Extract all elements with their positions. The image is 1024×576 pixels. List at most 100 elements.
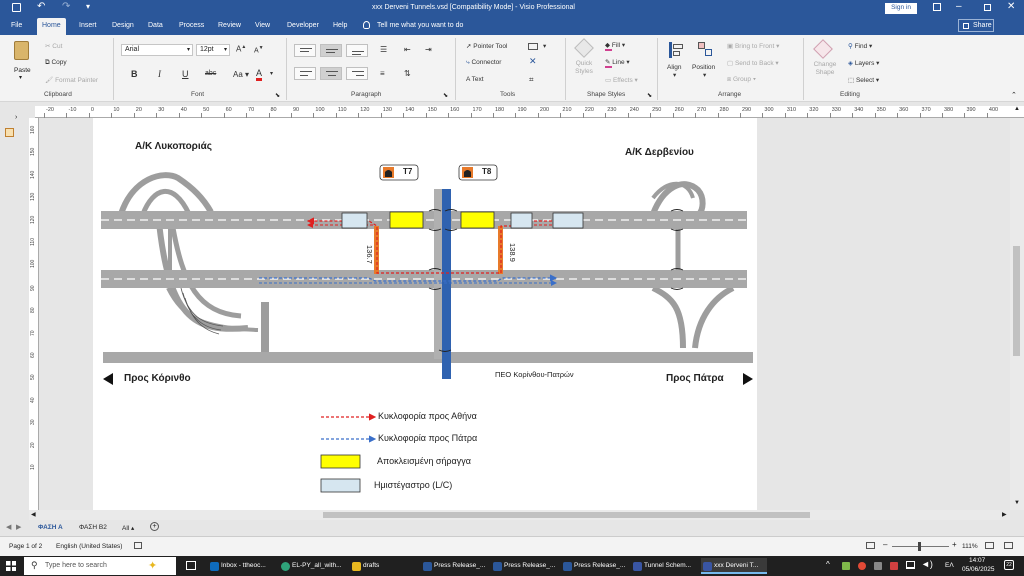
tab-view[interactable]: View: [250, 20, 275, 31]
macro-record-icon[interactable]: [134, 542, 142, 549]
layers-button[interactable]: ◈ Layers ▾: [848, 59, 879, 67]
position-button[interactable]: Position ▾: [692, 39, 720, 81]
horizontal-ruler[interactable]: -20 -10 0 10 20 30 40 50 60 70 80 90 100 110 120 130 140…: [35, 106, 1024, 118]
font-dialog-launcher-icon[interactable]: ⬊: [275, 92, 280, 99]
nav-prev-page-icon[interactable]: ◀: [6, 523, 11, 531]
clock-date[interactable]: 05/06/2025: [962, 566, 995, 573]
shrink-font-icon[interactable]: A▼: [254, 45, 264, 54]
scroll-down-icon[interactable]: ▼: [1014, 500, 1020, 506]
align-bottom-button[interactable]: [346, 44, 368, 57]
fill-button[interactable]: ◆ Fill ▾: [605, 41, 625, 51]
tell-me-search[interactable]: Tell me what you want to do: [377, 22, 463, 29]
volume-icon[interactable]: ◄): [921, 559, 933, 569]
line-button[interactable]: ✎ Line ▾: [605, 58, 630, 68]
zoom-slider-thumb[interactable]: [918, 542, 921, 551]
language-indicator[interactable]: English (United States): [56, 543, 122, 550]
shapes-icon[interactable]: [5, 128, 14, 137]
tab-help[interactable]: Help: [328, 20, 352, 31]
format-painter-button[interactable]: 🖌 Format Painter: [45, 76, 98, 84]
horizontal-scroll-thumb[interactable]: [323, 512, 810, 518]
network-icon[interactable]: [906, 561, 915, 569]
drawing-canvas[interactable]: Α/Κ Λυκοποριάς Α/Κ Δερβενίου T7 T8 136.7…: [39, 118, 1010, 510]
taskbar-item-visio-1[interactable]: Tunnel Schem...: [631, 558, 697, 574]
change-case-icon[interactable]: Aa ▾: [233, 70, 249, 79]
text-direction-icon[interactable]: ⇅: [404, 69, 411, 78]
maximize-icon[interactable]: [984, 4, 991, 11]
cut-button[interactable]: ✂ Cut: [45, 42, 62, 50]
sheet-tab-phase-a[interactable]: ΦΑΣΗ Α: [38, 524, 63, 531]
font-size-select[interactable]: 12pt ▾: [196, 44, 230, 56]
sign-in-button[interactable]: Sign in: [885, 3, 917, 14]
language-tray[interactable]: ΕΛ: [945, 562, 954, 569]
connection-point-icon[interactable]: ✕: [529, 56, 537, 67]
pointer-tool-button[interactable]: ➚ Pointer Tool: [466, 42, 507, 50]
taskbar-item-outlook[interactable]: Inbox - ttheoc...: [208, 558, 274, 574]
paragraph-dialog-launcher-icon[interactable]: ⬊: [443, 92, 448, 99]
align-top-button[interactable]: [294, 44, 316, 57]
save-icon[interactable]: [12, 3, 21, 12]
strikethrough-icon[interactable]: abc: [205, 70, 216, 77]
minimize-icon[interactable]: –: [956, 1, 962, 12]
vertical-ruler[interactable]: 160 150 140 130 120 110 100 90 80 70 60 50 40 30 20 10: [29, 118, 39, 510]
add-page-icon[interactable]: +: [150, 522, 159, 531]
align-left-button[interactable]: [294, 67, 316, 80]
close-icon[interactable]: ✕: [1007, 1, 1015, 12]
justify-icon[interactable]: ≡: [380, 69, 385, 78]
paste-button[interactable]: Paste ▾: [9, 39, 35, 81]
tab-file[interactable]: File: [6, 20, 27, 31]
align-right-button[interactable]: [346, 67, 368, 80]
tray-app-icon-4[interactable]: [890, 562, 898, 570]
align-button[interactable]: Align ▾: [664, 39, 688, 81]
sheet-tab-phase-b2[interactable]: ΦΑΣΗ Β2: [79, 524, 107, 531]
fit-page-icon[interactable]: [985, 542, 994, 549]
clock-time[interactable]: 14:07: [969, 557, 985, 564]
increase-indent-icon[interactable]: ⇥: [425, 45, 432, 54]
bold-icon[interactable]: B: [131, 69, 138, 79]
align-middle-button[interactable]: [320, 44, 342, 57]
taskbar-search-box[interactable]: ⚲ Type here to search ✦: [24, 557, 176, 575]
undo-icon[interactable]: ↶: [37, 1, 45, 12]
customize-qat-icon[interactable]: ▾: [86, 2, 90, 11]
task-view-icon[interactable]: [186, 561, 196, 570]
underline-icon[interactable]: U: [182, 69, 189, 79]
tray-chevron-icon[interactable]: ^: [826, 560, 830, 569]
italic-icon[interactable]: I: [158, 69, 161, 79]
font-color-icon[interactable]: A: [256, 68, 263, 81]
taskbar-item-visio-2[interactable]: xxx Derveni T...: [701, 558, 767, 574]
bring-to-front-button[interactable]: ▣ Bring to Front ▾: [727, 42, 779, 50]
tray-app-icon-2[interactable]: [858, 562, 866, 570]
notifications-icon[interactable]: 22: [1004, 560, 1014, 570]
font-name-select[interactable]: Arial ▾: [121, 44, 193, 56]
tab-data[interactable]: Data: [143, 20, 168, 31]
nav-next-page-icon[interactable]: ▶: [16, 523, 21, 531]
zoom-level[interactable]: 111%: [962, 543, 978, 550]
taskbar-item-word-1[interactable]: Press Release_...: [421, 558, 487, 574]
find-button[interactable]: ⚲ Find ▾: [848, 42, 872, 50]
decrease-indent-icon[interactable]: ⇤: [404, 45, 411, 54]
tab-developer[interactable]: Developer: [282, 20, 324, 31]
drawing-page[interactable]: Α/Κ Λυκοποριάς Α/Κ Δερβενίου T7 T8 136.7…: [93, 118, 757, 510]
crop-tool-icon[interactable]: ⌗: [529, 75, 534, 85]
tab-design[interactable]: Design: [107, 20, 139, 31]
redo-icon[interactable]: ↷: [62, 1, 70, 12]
all-pages-button[interactable]: All ▴: [122, 524, 134, 532]
scroll-right-icon[interactable]: ▶: [1002, 511, 1007, 518]
taskbar-item-word-2[interactable]: Press Release_...: [491, 558, 557, 574]
rectangle-shape-icon[interactable]: [528, 43, 538, 50]
copy-button[interactable]: ⧉ Copy: [45, 59, 67, 67]
taskbar-item-edge[interactable]: EL-PY_all_with...: [279, 558, 345, 574]
align-center-button[interactable]: [320, 67, 342, 80]
send-to-back-button[interactable]: ▢ Send to Back ▾: [727, 59, 779, 67]
bullets-icon[interactable]: ☰: [380, 45, 387, 54]
group-button[interactable]: ⧈ Group ▾: [727, 76, 756, 84]
vertical-scrollbar[interactable]: ▲ ▼: [1010, 106, 1024, 510]
tab-home[interactable]: Home: [37, 18, 66, 35]
scroll-up-icon[interactable]: ▲: [1014, 106, 1020, 112]
tab-insert[interactable]: Insert: [74, 20, 102, 31]
windows-start-icon[interactable]: [6, 561, 16, 571]
presentation-mode-icon[interactable]: [866, 542, 875, 549]
taskbar-item-word-3[interactable]: Press Release_...: [561, 558, 627, 574]
share-button[interactable]: Share: [958, 19, 994, 32]
tray-app-icon-1[interactable]: [842, 562, 850, 570]
expand-shapes-icon[interactable]: ›: [15, 114, 17, 121]
